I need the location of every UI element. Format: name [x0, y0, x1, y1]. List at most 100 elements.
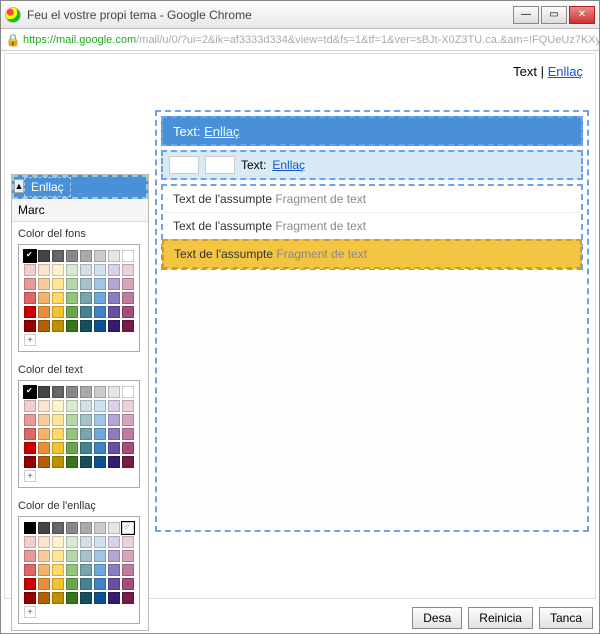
color-swatch[interactable] — [52, 522, 64, 534]
color-swatch[interactable] — [108, 578, 120, 590]
color-swatch[interactable] — [94, 564, 106, 576]
color-swatch[interactable] — [66, 564, 78, 576]
color-swatch[interactable] — [122, 250, 134, 262]
color-swatch[interactable] — [94, 278, 106, 290]
color-swatch[interactable] — [52, 320, 64, 332]
color-swatch[interactable] — [108, 414, 120, 426]
color-swatch[interactable] — [80, 578, 92, 590]
color-swatch[interactable] — [38, 320, 50, 332]
close-button[interactable]: Tanca — [539, 607, 593, 629]
color-swatch[interactable] — [94, 592, 106, 604]
color-swatch[interactable] — [52, 306, 64, 318]
color-swatch[interactable] — [66, 306, 78, 318]
preview-sub-link[interactable]: Enllaç — [272, 158, 305, 172]
color-swatch[interactable] — [52, 414, 64, 426]
color-swatch[interactable] — [94, 400, 106, 412]
color-swatch[interactable] — [122, 320, 134, 332]
color-swatch[interactable] — [24, 264, 36, 276]
color-swatch[interactable] — [66, 536, 78, 548]
color-swatch[interactable] — [52, 400, 64, 412]
color-swatch[interactable] — [122, 386, 134, 398]
color-swatch[interactable] — [38, 264, 50, 276]
color-swatch[interactable] — [66, 400, 78, 412]
color-swatch[interactable] — [80, 536, 92, 548]
reset-button[interactable]: Reinicia — [468, 607, 533, 629]
color-swatch[interactable] — [38, 400, 50, 412]
color-swatch[interactable] — [66, 320, 78, 332]
color-swatch[interactable] — [66, 264, 78, 276]
top-link[interactable]: Enllaç — [548, 64, 583, 79]
color-swatch[interactable] — [122, 536, 134, 548]
color-swatch[interactable] — [38, 278, 50, 290]
color-swatch[interactable] — [66, 550, 78, 562]
color-swatch[interactable] — [94, 386, 106, 398]
color-swatch[interactable] — [66, 456, 78, 468]
color-swatch[interactable] — [108, 264, 120, 276]
address-bar[interactable]: 🔒 https://mail.google.com/mail/u/0/?ui=2… — [1, 29, 599, 51]
color-swatch[interactable] — [108, 306, 120, 318]
color-swatch[interactable] — [66, 292, 78, 304]
color-swatch[interactable] — [94, 550, 106, 562]
color-swatch[interactable] — [24, 292, 36, 304]
collapse-icon[interactable]: ▲ — [14, 179, 24, 193]
color-swatch[interactable] — [108, 292, 120, 304]
sidebar-tab[interactable]: ▲ Enllaç — [12, 175, 148, 199]
color-swatch[interactable] — [52, 250, 64, 262]
color-swatch[interactable] — [122, 292, 134, 304]
add-color-button[interactable]: + — [24, 470, 36, 482]
color-swatch[interactable] — [24, 386, 36, 398]
color-swatch[interactable] — [80, 456, 92, 468]
color-swatch[interactable] — [108, 386, 120, 398]
color-swatch[interactable] — [38, 592, 50, 604]
color-swatch[interactable] — [80, 250, 92, 262]
color-swatch[interactable] — [80, 278, 92, 290]
color-swatch[interactable] — [108, 428, 120, 440]
color-swatch[interactable] — [52, 456, 64, 468]
color-swatch[interactable] — [66, 386, 78, 398]
color-swatch[interactable] — [94, 292, 106, 304]
preview-header-link[interactable]: Enllaç — [204, 124, 239, 139]
color-swatch[interactable] — [24, 536, 36, 548]
color-swatch[interactable] — [24, 320, 36, 332]
color-swatch[interactable] — [122, 442, 134, 454]
color-swatch[interactable] — [24, 400, 36, 412]
preview-header[interactable]: Text: Enllaç — [161, 116, 583, 146]
color-swatch[interactable] — [24, 456, 36, 468]
color-swatch[interactable] — [122, 578, 134, 590]
color-swatch[interactable] — [52, 578, 64, 590]
color-swatch[interactable] — [80, 386, 92, 398]
color-swatch[interactable] — [108, 522, 120, 534]
preview-toolbar[interactable]: Text: Enllaç — [161, 150, 583, 180]
color-swatch[interactable] — [80, 564, 92, 576]
color-swatch[interactable] — [24, 250, 36, 262]
color-swatch[interactable] — [38, 522, 50, 534]
color-swatch[interactable] — [80, 320, 92, 332]
color-swatch[interactable] — [80, 306, 92, 318]
color-swatch[interactable] — [94, 428, 106, 440]
color-swatch[interactable] — [80, 592, 92, 604]
color-swatch[interactable] — [122, 414, 134, 426]
add-color-button[interactable]: + — [24, 606, 36, 618]
color-swatch[interactable] — [24, 592, 36, 604]
color-swatch[interactable] — [66, 522, 78, 534]
color-swatch[interactable] — [66, 250, 78, 262]
color-swatch[interactable] — [108, 536, 120, 548]
color-swatch[interactable] — [122, 400, 134, 412]
save-button[interactable]: Desa — [412, 607, 462, 629]
color-swatch[interactable] — [38, 536, 50, 548]
list-item-selected[interactable]: Text de l'assumpte Fragment de text — [162, 239, 582, 269]
color-swatch[interactable] — [122, 550, 134, 562]
color-swatch[interactable] — [38, 550, 50, 562]
color-swatch[interactable] — [52, 386, 64, 398]
color-swatch[interactable] — [80, 550, 92, 562]
color-swatch[interactable] — [122, 456, 134, 468]
color-swatch[interactable] — [108, 550, 120, 562]
color-swatch[interactable] — [24, 550, 36, 562]
color-swatch[interactable] — [108, 278, 120, 290]
color-swatch[interactable] — [66, 428, 78, 440]
color-swatch[interactable] — [38, 442, 50, 454]
color-swatch[interactable] — [38, 386, 50, 398]
color-swatch[interactable] — [66, 414, 78, 426]
color-swatch[interactable] — [52, 264, 64, 276]
toolbar-button-1[interactable] — [169, 156, 199, 174]
